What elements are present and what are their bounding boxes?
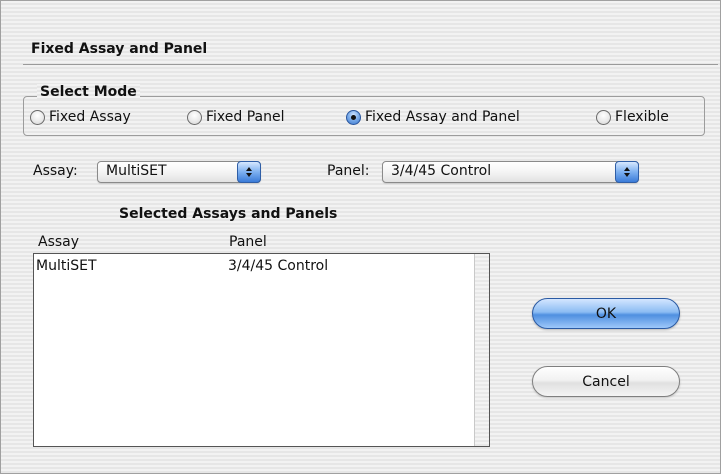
radio-fixed-assay[interactable]: Fixed Assay (30, 107, 131, 127)
assay-label: Assay: (33, 163, 78, 179)
selected-assays-list[interactable]: MultiSET 3/4/45 Control (33, 253, 490, 447)
assay-selected-value: MultiSET (106, 163, 167, 179)
panel-selected-value: 3/4/45 Control (391, 163, 492, 179)
assay-popup[interactable]: MultiSET (97, 161, 261, 183)
radio-flexible[interactable]: Flexible (596, 107, 669, 127)
popup-arrows-icon (237, 161, 261, 183)
list-item[interactable]: MultiSET 3/4/45 Control (34, 258, 474, 276)
radio-label-flexible: Flexible (615, 109, 669, 125)
column-header-panel: Panel (229, 234, 267, 250)
select-mode-legend: Select Mode (37, 84, 140, 100)
radio-label-fixed-panel: Fixed Panel (206, 109, 285, 125)
radio-label-fixed-assay-and-panel: Fixed Assay and Panel (365, 109, 520, 125)
dialog-title: Fixed Assay and Panel (31, 41, 208, 57)
title-divider (23, 64, 718, 65)
radio-button-icon (30, 109, 45, 125)
panel-popup[interactable]: 3/4/45 Control (382, 161, 639, 183)
radio-fixed-panel[interactable]: Fixed Panel (187, 107, 285, 127)
list-scrollbar[interactable] (474, 254, 489, 446)
radio-button-icon (187, 109, 202, 125)
cancel-button[interactable]: Cancel (532, 366, 680, 397)
radio-fixed-assay-and-panel[interactable]: Fixed Assay and Panel (346, 107, 520, 127)
list-cell-panel: 3/4/45 Control (228, 258, 329, 274)
ok-button[interactable]: OK (532, 298, 680, 329)
radio-button-selected-icon (346, 109, 361, 125)
dialog-window: Fixed Assay and Panel Select Mode Fixed … (0, 0, 721, 474)
radio-label-fixed-assay: Fixed Assay (49, 109, 131, 125)
list-cell-assay: MultiSET (36, 258, 97, 274)
radio-button-icon (596, 109, 611, 125)
column-header-assay: Assay (38, 234, 80, 250)
selected-list-heading: Selected Assays and Panels (119, 206, 338, 222)
popup-arrows-icon (615, 161, 639, 183)
panel-label: Panel: (327, 163, 370, 179)
